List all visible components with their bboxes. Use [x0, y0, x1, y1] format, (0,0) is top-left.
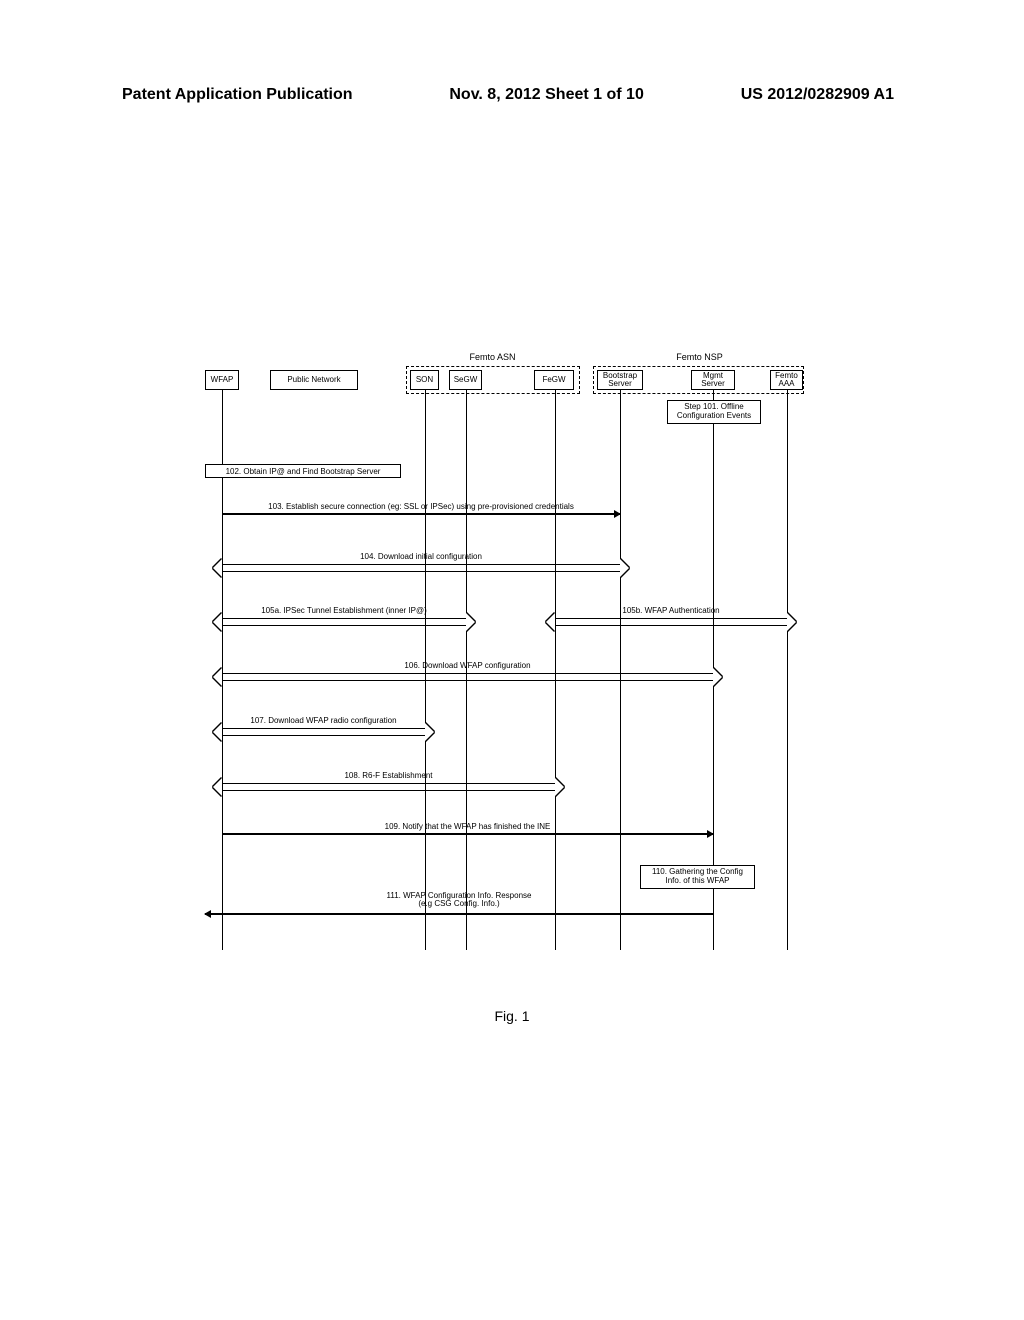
figure-caption: Fig. 1 — [0, 1008, 1024, 1024]
arrow-step-109: 109. Notify that the WFAP has finished t… — [222, 833, 713, 835]
node-public-network: Public Network — [270, 370, 358, 390]
label-step-107: 107. Download WFAP radio configuration — [222, 717, 425, 725]
label-step-104: 104. Download initial configuration — [222, 553, 620, 561]
sequence-diagram: Femto ASN Femto NSP WFAP Public Network … — [205, 360, 817, 1000]
node-wfap: WFAP — [205, 370, 239, 390]
label-step-108: 108. R6-F Establishment — [222, 772, 555, 780]
step-101-box: Step 101. OfflineConfiguration Events — [667, 400, 761, 424]
node-segw: SeGW — [449, 370, 482, 390]
label-step-106: 106. Download WFAP configuration — [222, 662, 713, 670]
step-110-box: 110. Gathering the ConfigInfo. of this W… — [640, 865, 755, 889]
arrow-step-111: 111. WFAP Configuration Info. Response(e… — [205, 913, 713, 915]
page-header: Patent Application Publication Nov. 8, 2… — [0, 86, 1024, 104]
step-102-box: 102. Obtain IP@ and Find Bootstrap Serve… — [205, 464, 401, 478]
lifeline-aaa — [787, 390, 788, 950]
node-fegw: FeGW — [534, 370, 574, 390]
label-step-105a: 105a. IPSec Tunnel Establishment (inner … — [222, 607, 466, 615]
label-step-109: 109. Notify that the WFAP has finished t… — [222, 823, 713, 831]
header-publication: Patent Application Publication — [122, 86, 353, 104]
arrow-step-103: 103. Establish secure connection (eg: SS… — [222, 513, 620, 515]
node-bootstrap-server: BootstrapServer — [597, 370, 643, 390]
header-docnum: US 2012/0282909 A1 — [741, 86, 894, 104]
node-femto-aaa: FemtoAAA — [770, 370, 803, 390]
group-label-asn: Femto ASN — [415, 352, 570, 362]
label-step-105b: 105b. WFAP Authentication — [555, 607, 787, 615]
node-mgmt-server: MgmtServer — [691, 370, 735, 390]
node-son: SON — [410, 370, 439, 390]
label-step-111: 111. WFAP Configuration Info. Response(e… — [205, 892, 713, 909]
header-sheet: Nov. 8, 2012 Sheet 1 of 10 — [449, 86, 643, 104]
group-label-nsp: Femto NSP — [597, 352, 802, 362]
label-step-103: 103. Establish secure connection (eg: SS… — [222, 503, 620, 511]
